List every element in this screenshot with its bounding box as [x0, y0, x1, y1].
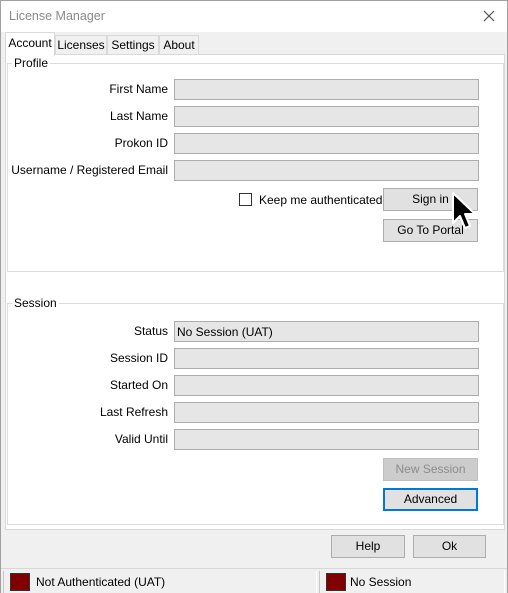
mouse-pointer-icon — [452, 192, 476, 229]
started-on-field[interactable] — [174, 375, 479, 396]
auth-status-indicator — [10, 573, 30, 591]
tab-about[interactable]: About — [159, 35, 199, 55]
ok-button[interactable]: Ok — [413, 535, 486, 558]
first-name-label: First Name — [109, 82, 168, 96]
valid-until-field[interactable] — [174, 429, 479, 450]
started-on-label: Started On — [109, 378, 168, 392]
profile-group-label: Profile — [12, 56, 51, 70]
advanced-button[interactable]: Advanced — [383, 488, 478, 511]
prokon-id-field[interactable] — [174, 133, 479, 154]
last-name-label: Last Name — [109, 109, 168, 123]
close-icon — [483, 10, 495, 22]
session-status-panel: No Session — [319, 571, 505, 593]
session-status-indicator — [326, 573, 346, 591]
session-id-label: Session ID — [109, 351, 168, 365]
help-button[interactable]: Help — [331, 535, 405, 558]
status-field[interactable] — [174, 321, 479, 342]
keep-authenticated-checkbox[interactable] — [239, 193, 252, 206]
session-id-field[interactable] — [174, 348, 479, 369]
first-name-field[interactable] — [174, 79, 479, 100]
username-label: Username / Registered Email — [11, 163, 168, 177]
license-manager-window: License Manager Account Licenses Setting… — [0, 0, 508, 593]
tab-settings[interactable]: Settings — [107, 35, 159, 55]
tab-licenses[interactable]: Licenses — [55, 35, 107, 55]
auth-status-panel: Not Authenticated (UAT) — [3, 571, 317, 593]
session-group-label: Session — [12, 296, 59, 310]
keep-authenticated-label: Keep me authenticated — [259, 193, 383, 207]
prokon-id-label: Prokon ID — [114, 136, 168, 150]
window-title: License Manager — [9, 9, 105, 23]
new-session-button[interactable]: New Session — [383, 458, 478, 481]
session-status-text: No Session — [350, 575, 412, 589]
username-field[interactable] — [174, 160, 479, 181]
last-refresh-label: Last Refresh — [99, 405, 168, 419]
auth-status-text: Not Authenticated (UAT) — [36, 575, 166, 589]
last-refresh-field[interactable] — [174, 402, 479, 423]
account-tab-panel: Profile First Name Last Name Prokon ID U… — [5, 54, 505, 530]
status-label: Status — [133, 324, 168, 338]
valid-until-label: Valid Until — [114, 432, 168, 446]
last-name-field[interactable] — [174, 106, 479, 127]
status-bar: Not Authenticated (UAT) No Session — [1, 568, 507, 593]
tab-account[interactable]: Account — [5, 32, 55, 56]
title-bar: License Manager — [1, 1, 507, 32]
close-button[interactable] — [473, 1, 505, 31]
